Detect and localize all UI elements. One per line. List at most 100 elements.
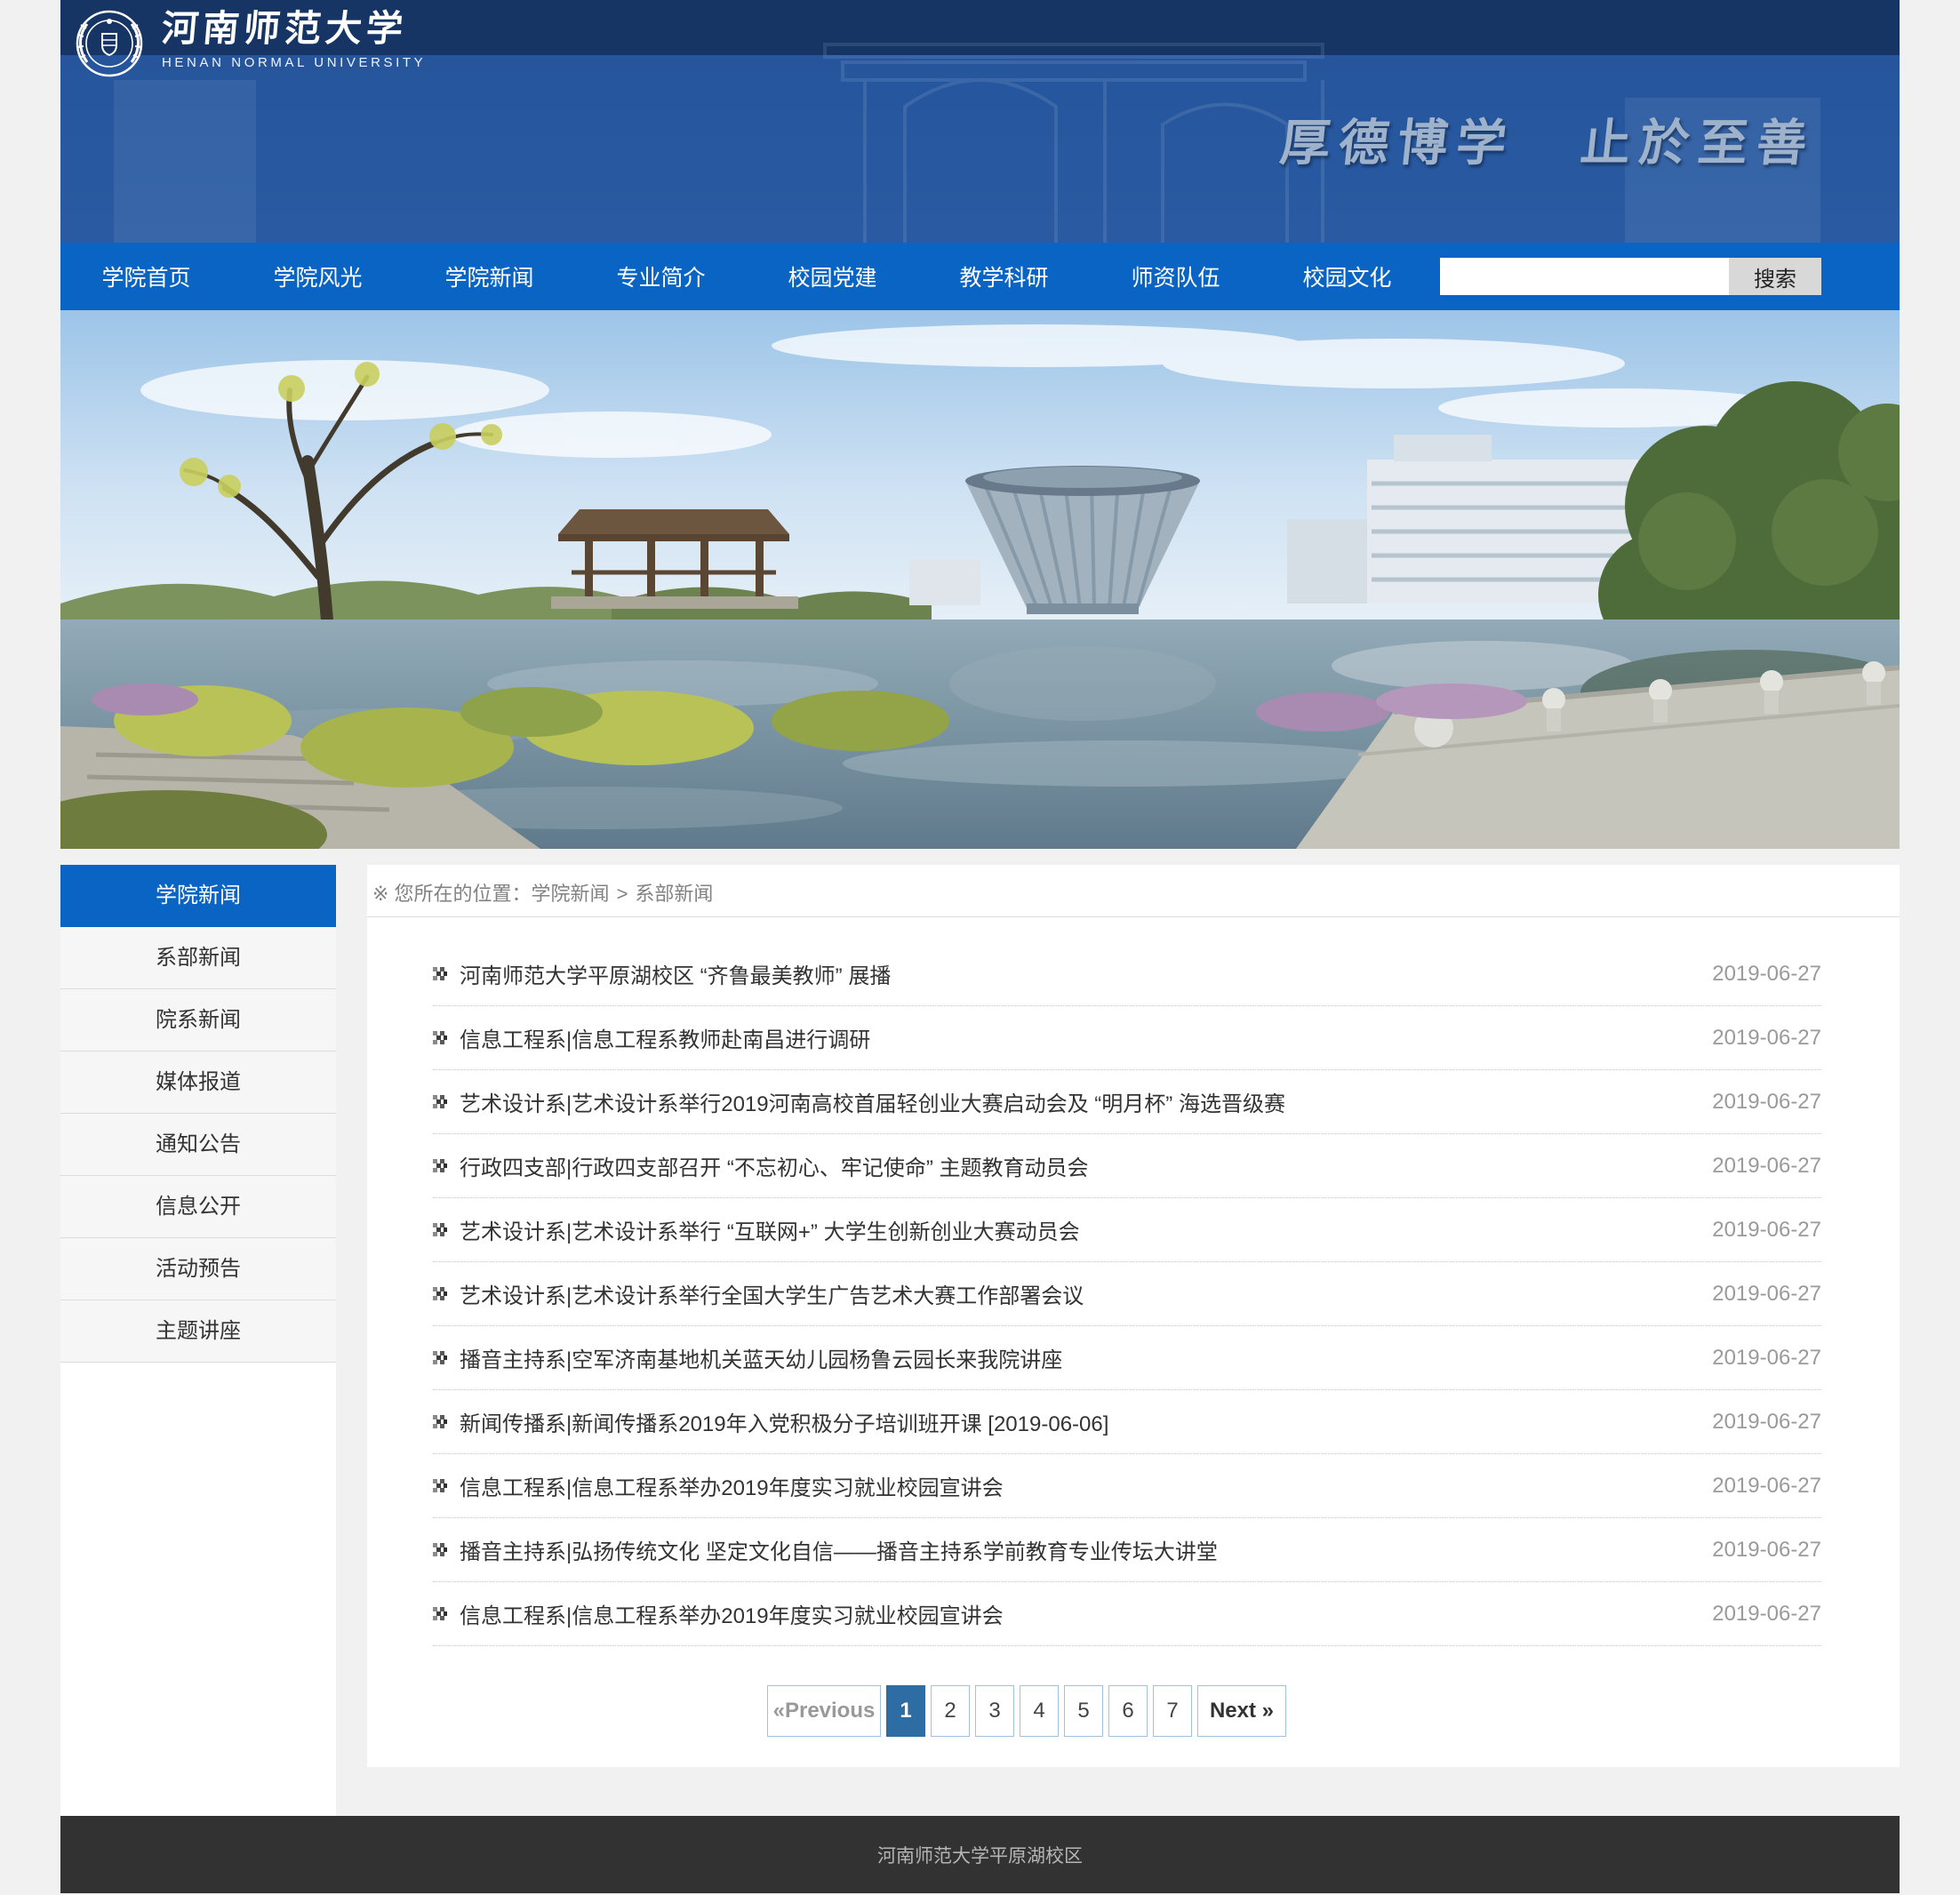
news-date: 2019-06-27 bbox=[1712, 1218, 1821, 1243]
sidebar-item-label: 院系新闻 bbox=[156, 1008, 241, 1032]
news-date: 2019-06-27 bbox=[1712, 1154, 1821, 1179]
news-date: 2019-06-27 bbox=[1712, 1538, 1821, 1563]
university-name-en: HENAN NORMAL UNIVERSITY bbox=[162, 55, 426, 70]
main-content: ※ 您所在的位置：学院新闻>系部新闻 bbox=[367, 865, 1900, 1767]
nav-item[interactable]: 学院风光 bbox=[273, 266, 362, 291]
news-title-link[interactable]: 河南师范大学平原湖校区 “齐鲁最美教师” 展播 bbox=[460, 958, 1691, 989]
sidebar-item-label: 主题讲座 bbox=[156, 1319, 241, 1343]
university-logo[interactable]: 河南师范大学 HENAN NORMAL UNIVERSITY bbox=[75, 9, 426, 78]
news-date: 2019-06-27 bbox=[1712, 1346, 1821, 1371]
nav-item[interactable]: 学院首页 bbox=[101, 266, 190, 291]
page: 河南师范大学 HENAN NORMAL UNIVERSITY 厚德博学 止於至善… bbox=[60, 0, 1900, 1893]
site-header: 河南师范大学 HENAN NORMAL UNIVERSITY 厚德博学 止於至善 bbox=[60, 0, 1900, 243]
university-motto: 厚德博学 止於至善 bbox=[1277, 103, 1820, 175]
double-arrow-bullet-icon bbox=[433, 1543, 447, 1557]
news-date: 2019-06-27 bbox=[1712, 1474, 1821, 1499]
pagination-page-button[interactable]: 7 bbox=[1153, 1685, 1192, 1737]
double-arrow-bullet-icon bbox=[433, 1031, 447, 1045]
sidebar-item-label: 系部新闻 bbox=[156, 946, 241, 970]
sidebar-item-label: 信息公开 bbox=[156, 1195, 241, 1219]
news-title-link[interactable]: 播音主持系|弘扬传统文化 坚定文化自信——播音主持系学前教育专业传坛大讲堂 bbox=[460, 1534, 1691, 1565]
news-title-link[interactable]: 艺术设计系|艺术设计系举行2019河南高校首届轻创业大赛启动会及 “明月杯” 海… bbox=[460, 1086, 1691, 1117]
news-date: 2019-06-27 bbox=[1712, 1410, 1821, 1435]
brand-text: 河南师范大学 HENAN NORMAL UNIVERSITY bbox=[162, 9, 426, 70]
sidebar: 学院新闻 系部新闻 院系新闻 媒体报道 通知公告 bbox=[60, 865, 336, 1816]
sidebar-item[interactable]: 媒体报道 bbox=[60, 1051, 336, 1114]
sidebar-item[interactable]: 系部新闻 bbox=[60, 927, 336, 989]
news-date: 2019-06-27 bbox=[1712, 1026, 1821, 1051]
motto-right: 止於至善 bbox=[1578, 103, 1820, 175]
site-footer: 河南师范大学平原湖校区 bbox=[60, 1816, 1900, 1893]
nav-item[interactable]: 教学科研 bbox=[959, 266, 1048, 291]
pagination-page-button[interactable]: 1 bbox=[886, 1685, 925, 1737]
sidebar-item[interactable]: 活动预告 bbox=[60, 1238, 336, 1300]
news-title-link[interactable]: 信息工程系|信息工程系教师赴南昌进行调研 bbox=[460, 1022, 1691, 1053]
pagination-page-button[interactable]: 6 bbox=[1108, 1685, 1148, 1737]
search-input[interactable] bbox=[1440, 258, 1729, 295]
breadcrumb: ※ 您所在的位置：学院新闻>系部新闻 bbox=[367, 865, 1900, 917]
pagination: «Previous 1 2 3 4 5 6 bbox=[767, 1685, 1900, 1737]
news-row: 行政四支部|行政四支部召开 “不忘初心、牢记使命” 主题教育动员会 2019-0… bbox=[433, 1134, 1821, 1198]
double-arrow-bullet-icon bbox=[433, 1223, 447, 1237]
nav-item[interactable]: 学院新闻 bbox=[444, 266, 533, 291]
pagination-next-button[interactable]: Next » bbox=[1197, 1685, 1286, 1737]
pagination-page-button[interactable]: 3 bbox=[975, 1685, 1014, 1737]
double-arrow-bullet-icon bbox=[433, 1159, 447, 1173]
pagination-prev-button[interactable]: «Previous bbox=[767, 1685, 881, 1737]
news-row: 艺术设计系|艺术设计系举行2019河南高校首届轻创业大赛启动会及 “明月杯” 海… bbox=[433, 1070, 1821, 1134]
pagination-page-button[interactable]: 2 bbox=[931, 1685, 970, 1737]
news-row: 艺术设计系|艺术设计系举行 “互联网+” 大学生创新创业大赛动员会 2019-0… bbox=[433, 1198, 1821, 1262]
sidebar-item[interactable]: 信息公开 bbox=[60, 1176, 336, 1238]
main-nav: 学院首页 学院风光 学院新闻 专业简介 校园党建 教学科研 师资队伍 校园文化 … bbox=[60, 243, 1900, 310]
nav-list: 学院首页 学院风光 学院新闻 专业简介 校园党建 教学科研 师资队伍 校园文化 bbox=[60, 260, 1433, 292]
news-title-link[interactable]: 艺术设计系|艺术设计系举行全国大学生广告艺术大赛工作部署会议 bbox=[460, 1278, 1691, 1309]
sidebar-menu: 学院新闻 系部新闻 院系新闻 媒体报道 通知公告 bbox=[60, 865, 336, 1363]
news-title-link[interactable]: 行政四支部|行政四支部召开 “不忘初心、牢记使命” 主题教育动员会 bbox=[460, 1150, 1691, 1181]
double-arrow-bullet-icon bbox=[433, 1351, 447, 1365]
double-arrow-bullet-icon bbox=[433, 1607, 447, 1621]
motto-left: 厚德博学 bbox=[1277, 103, 1520, 175]
news-title-link[interactable]: 新闻传播系|新闻传播系2019年入党积极分子培训班开课 [2019-06-06] bbox=[460, 1406, 1691, 1437]
sidebar-item[interactable]: 学院新闻 bbox=[60, 865, 336, 927]
university-name-cn: 河南师范大学 bbox=[160, 9, 428, 49]
news-title-link[interactable]: 播音主持系|空军济南基地机关蓝天幼儿园杨鲁云园长来我院讲座 bbox=[460, 1342, 1691, 1373]
news-row: 信息工程系|信息工程系教师赴南昌进行调研 2019-06-27 bbox=[433, 1006, 1821, 1070]
double-arrow-bullet-icon bbox=[433, 1415, 447, 1429]
sidebar-item[interactable]: 主题讲座 bbox=[60, 1300, 336, 1363]
news-row: 艺术设计系|艺术设计系举行全国大学生广告艺术大赛工作部署会议 2019-06-2… bbox=[433, 1262, 1821, 1326]
content-row: 学院新闻 系部新闻 院系新闻 媒体报道 通知公告 bbox=[60, 865, 1900, 1816]
news-title-link[interactable]: 信息工程系|信息工程系举办2019年度实习就业校园宣讲会 bbox=[460, 1470, 1691, 1501]
sidebar-item[interactable]: 院系新闻 bbox=[60, 989, 336, 1051]
pagination-page-button[interactable]: 5 bbox=[1064, 1685, 1103, 1737]
pagination-page-button[interactable]: 4 bbox=[1020, 1685, 1059, 1737]
double-arrow-bullet-icon bbox=[433, 1095, 447, 1109]
double-arrow-bullet-icon bbox=[433, 1479, 447, 1493]
breadcrumb-section-link[interactable]: 学院新闻 bbox=[532, 883, 610, 905]
double-arrow-bullet-icon bbox=[433, 1287, 447, 1301]
search-button[interactable]: 搜索 bbox=[1729, 258, 1821, 295]
news-date: 2019-06-27 bbox=[1712, 1282, 1821, 1307]
nav-item[interactable]: 师资队伍 bbox=[1131, 266, 1220, 291]
news-row: 信息工程系|信息工程系举办2019年度实习就业校园宣讲会 2019-06-27 bbox=[433, 1454, 1821, 1518]
news-row: 播音主持系|弘扬传统文化 坚定文化自信——播音主持系学前教育专业传坛大讲堂 20… bbox=[433, 1518, 1821, 1582]
news-row: 播音主持系|空军济南基地机关蓝天幼儿园杨鲁云园长来我院讲座 2019-06-27 bbox=[433, 1326, 1821, 1390]
campus-banner-photo bbox=[60, 310, 1900, 849]
sidebar-item-label: 媒体报道 bbox=[156, 1070, 241, 1094]
breadcrumb-separator: > bbox=[617, 883, 628, 905]
news-title-link[interactable]: 信息工程系|信息工程系举办2019年度实习就业校园宣讲会 bbox=[460, 1598, 1691, 1629]
nav-item[interactable]: 专业简介 bbox=[616, 266, 705, 291]
sidebar-item-label: 通知公告 bbox=[156, 1132, 241, 1156]
sidebar-item-label: 学院新闻 bbox=[156, 884, 241, 908]
news-list: 河南师范大学平原湖校区 “齐鲁最美教师” 展播 2019-06-27 bbox=[433, 942, 1821, 1646]
search-box: 搜索 bbox=[1440, 258, 1821, 295]
nav-item[interactable]: 校园党建 bbox=[788, 266, 876, 291]
breadcrumb-prefix: ※ 您所在的位置： bbox=[372, 883, 532, 905]
nav-item[interactable]: 校园文化 bbox=[1302, 266, 1391, 291]
news-date: 2019-06-27 bbox=[1712, 1090, 1821, 1115]
university-emblem-icon bbox=[75, 9, 144, 78]
sidebar-item[interactable]: 通知公告 bbox=[60, 1114, 336, 1176]
footer-text: 河南师范大学平原湖校区 bbox=[877, 1842, 1083, 1868]
news-date: 2019-06-27 bbox=[1712, 1602, 1821, 1627]
news-title-link[interactable]: 艺术设计系|艺术设计系举行 “互联网+” 大学生创新创业大赛动员会 bbox=[460, 1214, 1691, 1245]
news-date: 2019-06-27 bbox=[1712, 962, 1821, 987]
